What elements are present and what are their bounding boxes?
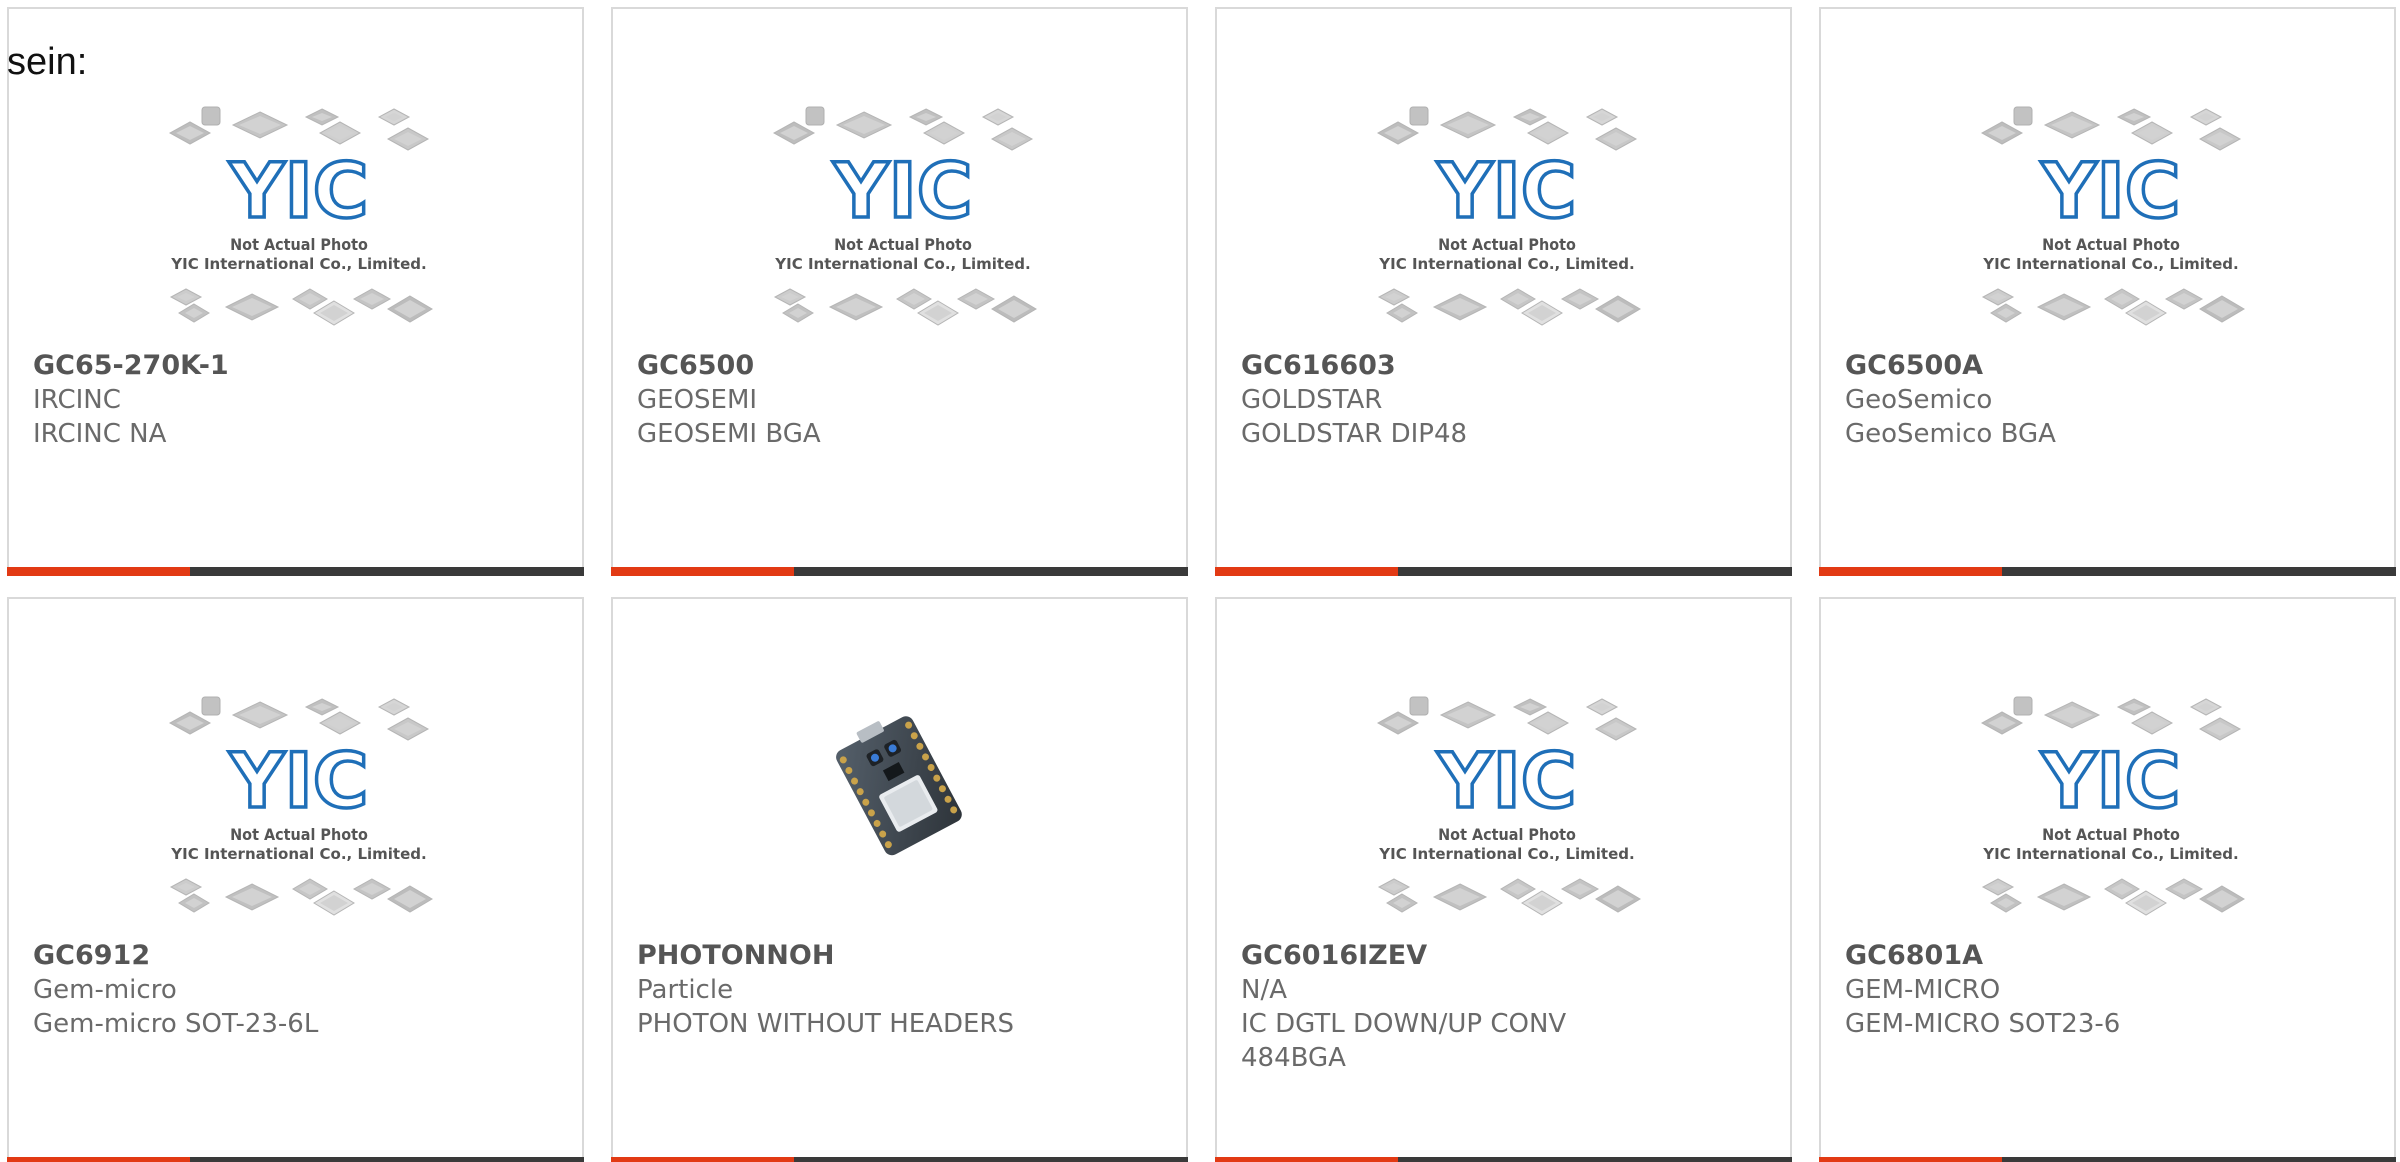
manufacturer: GEM-MICRO — [1845, 975, 2001, 1005]
manufacturer: GEOSEMI — [637, 385, 758, 415]
product-card[interactable]: YIC Not Actual Photo YIC International Co.… — [7, 7, 584, 576]
svg-text:YIC: YIC — [228, 736, 368, 825]
product-card[interactable]: YIC Not Actual Photo YIC International Co.… — [1215, 597, 1792, 1162]
svg-text:YIC International Co., Limited: YIC International Co., Limited. — [1378, 255, 1634, 273]
product-card[interactable]: YIC Not Actual Photo YIC International Co.… — [1819, 7, 2396, 576]
manufacturer: Gem-micro — [33, 975, 177, 1005]
card-accent-bar — [1819, 567, 2002, 576]
svg-text:Not Actual Photo: Not Actual Photo — [1438, 825, 1576, 844]
svg-text:Not Actual Photo: Not Actual Photo — [2042, 825, 2180, 844]
svg-text:Not Actual Photo: Not Actual Photo — [230, 825, 368, 844]
product-description: IRCINC NA — [33, 419, 167, 449]
card-accent-bar — [611, 1157, 794, 1162]
svg-text:Not Actual Photo: Not Actual Photo — [834, 235, 972, 254]
product-info: GC6801A GEM-MICRO GEM-MICRO SOT23-6 — [1845, 939, 2374, 1041]
product-grid: YIC Not Actual Photo YIC International Co.… — [7, 7, 2400, 1162]
part-number[interactable]: GC616603 — [1241, 349, 1770, 383]
product-description: IC DGTL DOWN/UP CONV 484BGA — [1241, 1009, 1567, 1073]
page: sein: YIC Not Actual Photo YIC Internation… — [0, 0, 2400, 1162]
manufacturer: Particle — [637, 975, 734, 1005]
svg-text:YIC: YIC — [1436, 146, 1576, 235]
product-info: GC6500 GEOSEMI GEOSEMI BGA — [637, 349, 1166, 451]
svg-text:YIC International Co., Limited: YIC International Co., Limited. — [1982, 845, 2238, 863]
product-info: GC6016IZEV N/A IC DGTL DOWN/UP CONV 484B… — [1241, 939, 1770, 1075]
product-card[interactable]: YIC Not Actual Photo YIC International Co.… — [611, 7, 1188, 576]
product-info: GC65-270K-1 IRCINC IRCINC NA — [33, 349, 562, 451]
svg-text:YIC International Co., Limited: YIC International Co., Limited. — [170, 845, 426, 863]
card-footer-bar — [7, 1157, 584, 1162]
card-footer-bar — [1215, 1157, 1792, 1162]
photon-board-image — [813, 699, 983, 869]
product-description: GEOSEMI BGA — [637, 419, 821, 449]
svg-text:YIC: YIC — [1436, 736, 1576, 825]
svg-text:YIC: YIC — [2040, 146, 2180, 235]
card-footer-bar — [611, 567, 1188, 576]
product-card[interactable]: PHOTONNOH Particle PHOTON WITHOUT HEADER… — [611, 597, 1188, 1162]
product-card[interactable]: YIC Not Actual Photo YIC International Co.… — [1215, 7, 1792, 576]
intro-text: sein: — [7, 41, 88, 83]
svg-text:YIC: YIC — [2040, 736, 2180, 825]
card-accent-bar — [7, 567, 190, 576]
manufacturer: GOLDSTAR — [1241, 385, 1383, 415]
placeholder-image: YIC Not Actual Photo YIC International Co.… — [1372, 689, 1642, 939]
card-footer-bar — [7, 567, 584, 576]
part-number[interactable]: GC6500 — [637, 349, 1166, 383]
product-info: GC616603 GOLDSTAR GOLDSTAR DIP48 — [1241, 349, 1770, 451]
placeholder-image: YIC Not Actual Photo YIC International Co.… — [1976, 99, 2246, 349]
svg-text:YIC International Co., Limited: YIC International Co., Limited. — [170, 255, 426, 273]
card-footer-bar — [1215, 567, 1792, 576]
part-number[interactable]: PHOTONNOH — [637, 939, 1166, 973]
manufacturer: IRCINC — [33, 385, 121, 415]
card-accent-bar — [611, 567, 794, 576]
product-card[interactable]: YIC Not Actual Photo YIC International Co.… — [7, 597, 584, 1162]
placeholder-image: YIC Not Actual Photo YIC International Co.… — [1976, 689, 2246, 939]
card-accent-bar — [1215, 1157, 1398, 1162]
card-accent-bar — [1819, 1157, 2002, 1162]
card-footer-bar — [611, 1157, 1188, 1162]
card-footer-bar — [1819, 1157, 2396, 1162]
product-info: PHOTONNOH Particle PHOTON WITHOUT HEADER… — [637, 939, 1166, 1041]
svg-text:YIC International Co., Limited: YIC International Co., Limited. — [1378, 845, 1634, 863]
part-number[interactable]: GC65-270K-1 — [33, 349, 562, 383]
manufacturer: GeoSemico — [1845, 385, 1993, 415]
card-accent-bar — [7, 1157, 190, 1162]
product-description: PHOTON WITHOUT HEADERS — [637, 1009, 1014, 1039]
manufacturer: N/A — [1241, 975, 1287, 1005]
svg-text:YIC: YIC — [228, 146, 368, 235]
product-description: GeoSemico BGA — [1845, 419, 2056, 449]
product-description: GOLDSTAR DIP48 — [1241, 419, 1468, 449]
svg-text:Not Actual Photo: Not Actual Photo — [1438, 235, 1576, 254]
svg-text:YIC International Co., Limited: YIC International Co., Limited. — [774, 255, 1030, 273]
part-number[interactable]: GC6912 — [33, 939, 562, 973]
product-info: GC6500A GeoSemico GeoSemico BGA — [1845, 349, 2374, 451]
placeholder-image: YIC Not Actual Photo YIC International Co.… — [164, 689, 434, 939]
product-card[interactable]: YIC Not Actual Photo YIC International Co.… — [1819, 597, 2396, 1162]
part-number[interactable]: GC6016IZEV — [1241, 939, 1770, 973]
svg-text:Not Actual Photo: Not Actual Photo — [2042, 235, 2180, 254]
placeholder-image: YIC Not Actual Photo YIC International Co.… — [1372, 99, 1642, 349]
product-description: Gem-micro SOT-23-6L — [33, 1009, 319, 1039]
svg-text:YIC: YIC — [832, 146, 972, 235]
part-number[interactable]: GC6500A — [1845, 349, 2374, 383]
svg-text:Not Actual Photo: Not Actual Photo — [230, 235, 368, 254]
product-info: GC6912 Gem-micro Gem-micro SOT-23-6L — [33, 939, 562, 1041]
card-accent-bar — [1215, 567, 1398, 576]
placeholder-image: YIC Not Actual Photo YIC International Co.… — [164, 99, 434, 349]
svg-text:YIC International Co., Limited: YIC International Co., Limited. — [1982, 255, 2238, 273]
product-description: GEM-MICRO SOT23-6 — [1845, 1009, 2121, 1039]
card-footer-bar — [1819, 567, 2396, 576]
part-number[interactable]: GC6801A — [1845, 939, 2374, 973]
placeholder-image: YIC Not Actual Photo YIC International Co.… — [768, 99, 1038, 349]
